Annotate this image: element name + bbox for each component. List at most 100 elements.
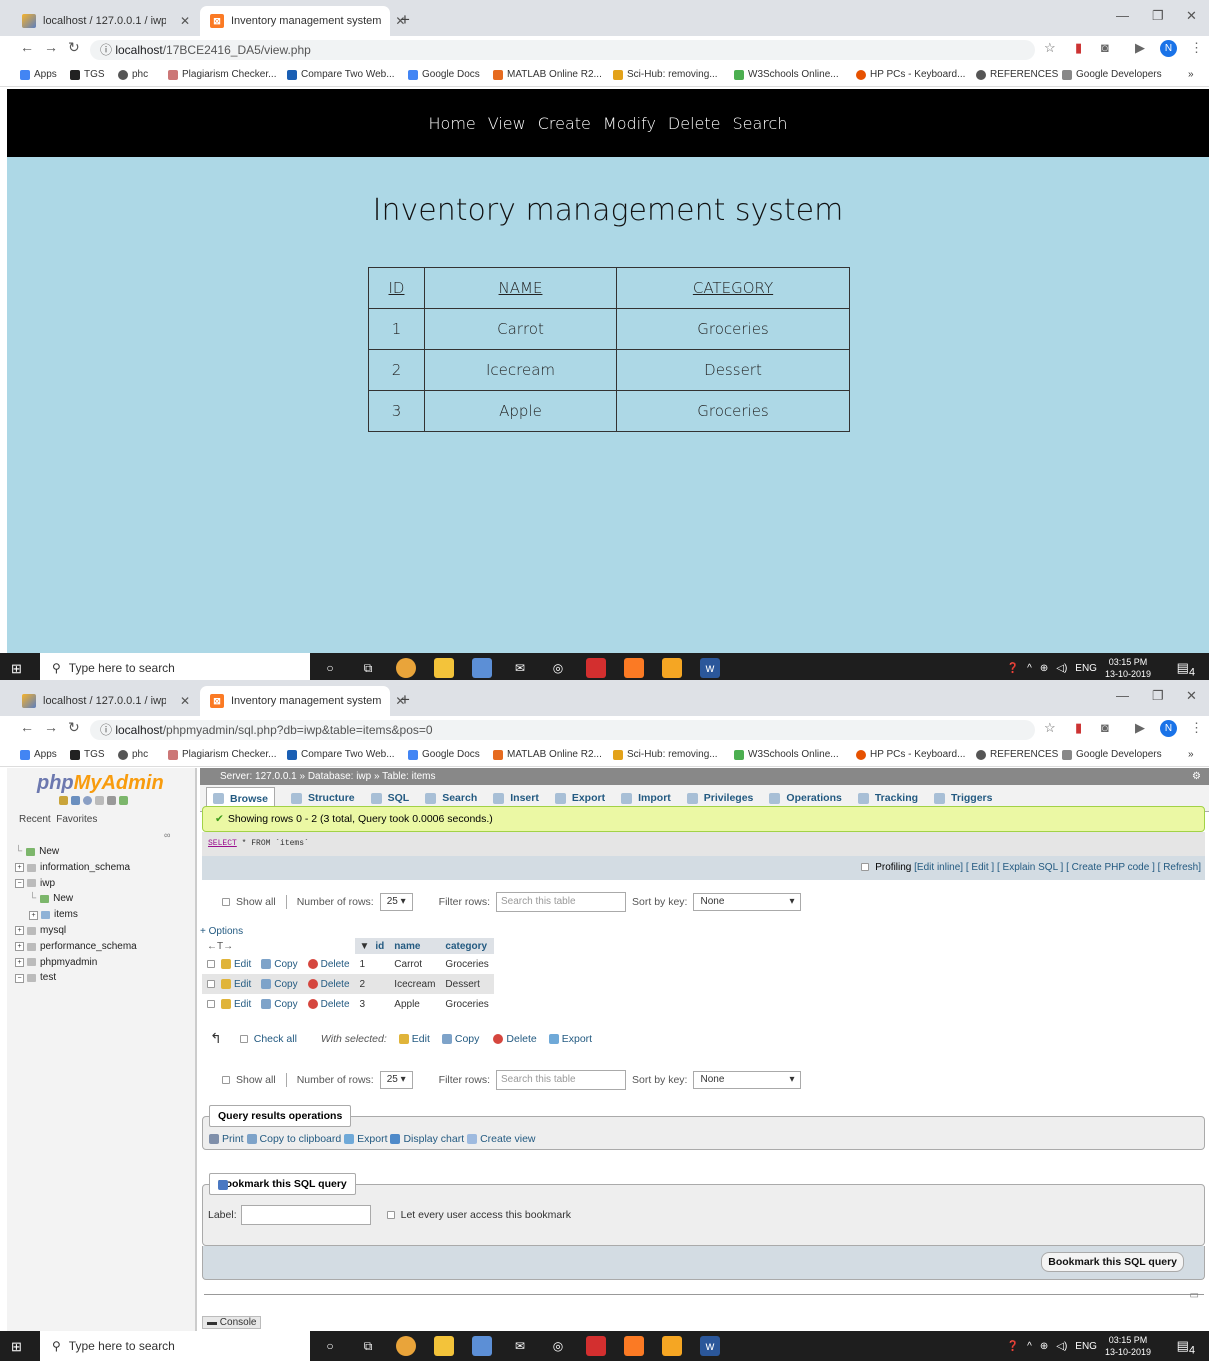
forward-icon[interactable]: →	[44, 719, 58, 735]
more-bookmarks-icon[interactable]: »	[1188, 749, 1194, 760]
bulk-export-link[interactable]: Export	[562, 1033, 592, 1045]
acrobat-icon[interactable]	[586, 658, 606, 678]
explain-sql-link[interactable]: [ Explain SQL ]	[997, 862, 1063, 873]
sql-query-box[interactable]: SELECT * FROM `items`	[202, 832, 1205, 856]
volume-icon[interactable]: ◁)	[1056, 1341, 1067, 1352]
play-extension-icon[interactable]: ▶	[1135, 40, 1145, 56]
gear-icon[interactable]: ⚙	[1192, 768, 1201, 785]
reload-nav-icon[interactable]	[119, 796, 128, 805]
filter-rows-input[interactable]: Search this table	[496, 1070, 627, 1090]
bookmark-item[interactable]: W3Schools Online...	[734, 749, 839, 760]
maximize-icon[interactable]: ❐	[1152, 688, 1164, 704]
close-window-icon[interactable]: ✕	[1186, 688, 1197, 704]
cortana-icon[interactable]: ○	[320, 658, 340, 678]
chrome-icon[interactable]	[396, 658, 416, 678]
task-view-icon[interactable]: ⧉	[358, 658, 378, 678]
column-arrows[interactable]: ←T→	[202, 938, 355, 954]
nav-create[interactable]: Create	[538, 114, 591, 133]
favorites-tab[interactable]: Favorites	[56, 814, 97, 825]
create-php-code-link[interactable]: [ Create PHP code ]	[1066, 862, 1155, 873]
recent-tab[interactable]: Recent	[19, 814, 51, 825]
taskbar-search[interactable]: ⚲ Type here to search	[40, 653, 310, 680]
bookmark-query-button[interactable]: Bookmark this SQL query	[1041, 1252, 1184, 1272]
bookmark-item[interactable]: Sci-Hub: removing...	[613, 749, 718, 760]
bookmark-item[interactable]: Google Docs	[408, 69, 480, 80]
network-icon[interactable]: ⊕	[1040, 663, 1048, 674]
create-view-link[interactable]: Create view	[480, 1133, 535, 1145]
bookmark-item[interactable]: MATLAB Online R2...	[493, 69, 602, 80]
bookmark-item[interactable]: Compare Two Web...	[287, 749, 395, 760]
help-icon[interactable]	[83, 796, 92, 805]
nav-delete[interactable]: Delete	[668, 114, 721, 133]
link-icon[interactable]: ∞	[164, 830, 170, 840]
copy-link[interactable]: Copy	[274, 979, 297, 990]
nav-modify[interactable]: Modify	[603, 114, 656, 133]
bookmark-item[interactable]: Sci-Hub: removing...	[613, 69, 718, 80]
clock[interactable]: 03:15 PM 13-10-2019	[1105, 1334, 1151, 1358]
language-indicator[interactable]: ENG	[1075, 1341, 1097, 1352]
maximize-icon[interactable]: ❐	[1152, 8, 1164, 24]
settings-icon[interactable]	[107, 796, 116, 805]
profile-avatar[interactable]: N	[1160, 40, 1177, 57]
pdf-extension-icon[interactable]: ▮	[1075, 720, 1082, 736]
xampp-icon[interactable]	[624, 658, 644, 678]
task-view-icon[interactable]: ⧉	[358, 1336, 378, 1356]
tab-inventory[interactable]: ⊠ Inventory management system ✕	[200, 6, 405, 36]
check-all-checkbox[interactable]	[239, 1034, 248, 1043]
file-explorer-icon[interactable]	[434, 658, 454, 678]
bookmark-item[interactable]: TGS	[70, 69, 105, 80]
bookmark-item[interactable]: REFERENCES	[976, 69, 1058, 80]
delete-link[interactable]: Delete	[321, 999, 350, 1010]
camera-extension-icon[interactable]: ◙	[1101, 720, 1109, 735]
tab-triggers[interactable]: Triggers	[934, 792, 992, 804]
show-all-checkbox[interactable]	[222, 898, 230, 906]
taskbar-search[interactable]: ⚲ Type here to search	[40, 1331, 310, 1361]
tab-sql[interactable]: SQL	[370, 792, 409, 804]
network-icon[interactable]: ⊕	[1040, 1341, 1048, 1352]
refresh-link[interactable]: [ Refresh]	[1158, 862, 1201, 873]
bookmark-item[interactable]: HP PCs - Keyboard...	[856, 749, 965, 760]
filter-rows-input[interactable]: Search this table	[496, 892, 627, 912]
console-button[interactable]: ▬ Console	[202, 1316, 262, 1329]
scroll-icon[interactable]: ▭	[1190, 1290, 1199, 1301]
docs-icon[interactable]	[95, 796, 104, 805]
tab-import[interactable]: Import	[621, 792, 671, 804]
sql-icon[interactable]	[71, 796, 80, 805]
mail-icon[interactable]: ✉	[510, 658, 530, 678]
copy-link[interactable]: Copy	[274, 999, 297, 1010]
more-bookmarks-icon[interactable]: »	[1188, 69, 1194, 80]
bookmark-item[interactable]: REFERENCES	[976, 749, 1058, 760]
address-bar[interactable]: ⓘ localhost/phpmyadmin/sql.php?db=iwp&ta…	[90, 720, 1035, 740]
nav-view[interactable]: View	[488, 114, 526, 133]
rows-per-page-select[interactable]: 25 ▾	[379, 1071, 413, 1089]
tab-search[interactable]: Search	[425, 792, 477, 804]
nav-home[interactable]: Home	[429, 114, 476, 133]
bookmark-item[interactable]: Plagiarism Checker...	[168, 749, 276, 760]
menu-icon[interactable]: ⋮	[1190, 40, 1203, 56]
tab-insert[interactable]: Insert	[493, 792, 539, 804]
app-icon[interactable]	[472, 658, 492, 678]
acrobat-icon[interactable]	[586, 1336, 606, 1356]
tree-item-performance-schema[interactable]: + performance_schema	[15, 939, 137, 955]
minimize-icon[interactable]: —	[1116, 688, 1129, 703]
file-explorer-icon[interactable]	[434, 1336, 454, 1356]
chrome-icon[interactable]	[396, 1336, 416, 1356]
tree-item-mysql[interactable]: + mysql	[15, 923, 137, 939]
home-icon[interactable]	[59, 796, 68, 805]
every-user-checkbox[interactable]	[386, 1211, 395, 1219]
pdf-extension-icon[interactable]: ▮	[1075, 40, 1082, 56]
new-tab-button[interactable]: +	[400, 10, 410, 30]
bookmark-item[interactable]: phc	[118, 69, 148, 80]
delete-link[interactable]: Delete	[321, 979, 350, 990]
star-icon[interactable]: ☆	[1044, 720, 1056, 736]
tray-chevron-icon[interactable]: ^	[1027, 663, 1032, 674]
sort-by-key-select[interactable]: None ▾	[693, 893, 802, 911]
row-checkbox[interactable]	[207, 999, 215, 1008]
reload-icon[interactable]: ↻	[68, 39, 80, 56]
rows-per-page-select[interactable]: 25 ▾	[379, 893, 413, 911]
media-icon[interactable]: ◎	[548, 658, 568, 678]
tab-operations[interactable]: Operations	[769, 792, 842, 804]
windows-start-icon[interactable]: ⊞	[11, 1339, 22, 1355]
close-tab-icon[interactable]: ✕	[180, 14, 190, 28]
bulk-delete-link[interactable]: Delete	[506, 1033, 536, 1045]
